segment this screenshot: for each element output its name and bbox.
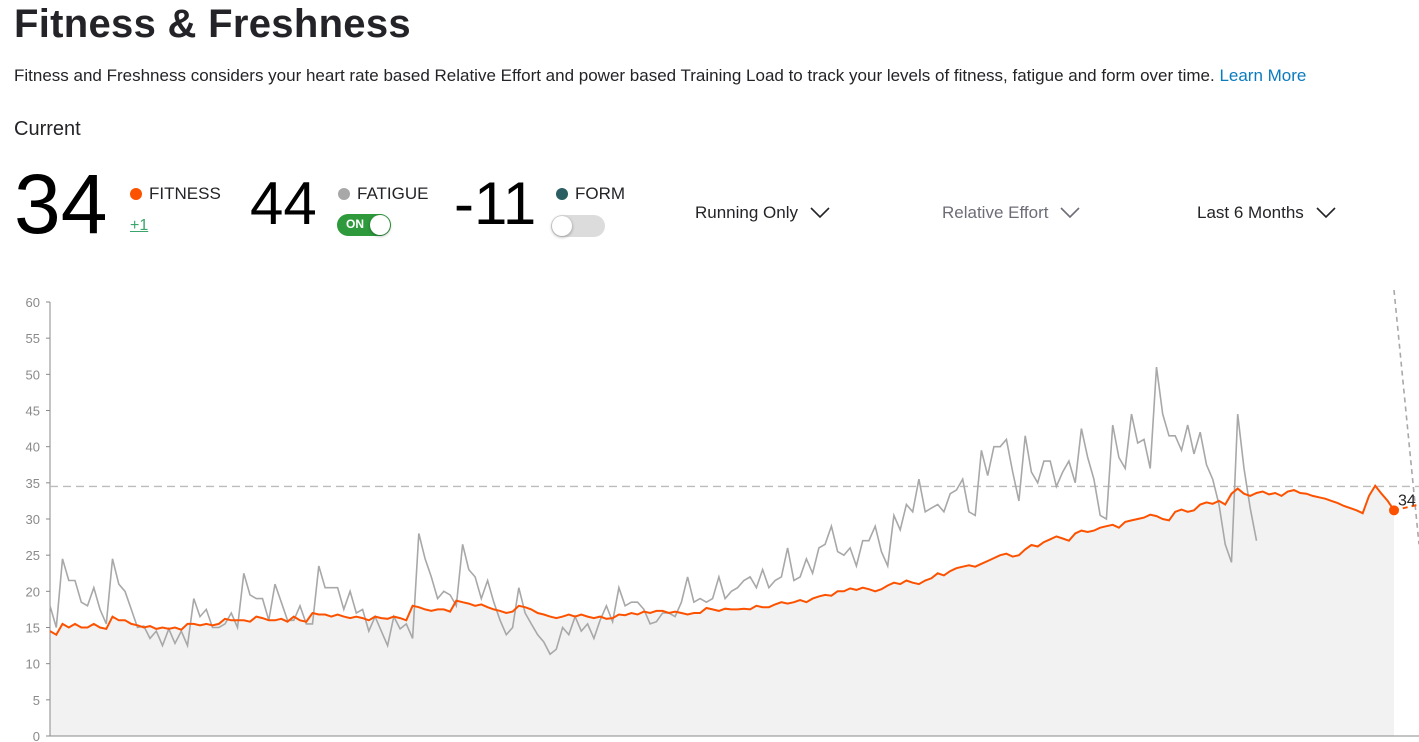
fatigue-label: FATIGUE (357, 184, 429, 203)
y-tick-label: 10 (26, 657, 40, 672)
toggle-knob (370, 215, 390, 235)
metric-dropdown[interactable]: Relative Effort (942, 203, 1081, 223)
y-tick-label: 35 (26, 476, 40, 491)
description-text: Fitness and Freshness considers your hea… (14, 66, 1215, 85)
current-label: Current (14, 118, 81, 140)
y-tick-label: 20 (26, 584, 40, 599)
toggle-knob (552, 216, 572, 236)
fitness-dot-icon (130, 188, 142, 200)
y-tick-label: 60 (26, 295, 40, 310)
y-tick-label: 5 (33, 693, 40, 708)
metric-dropdown-label: Relative Effort (942, 203, 1049, 222)
fitness-label: FITNESS (149, 184, 221, 203)
y-tick-label: 15 (26, 621, 40, 636)
fitness-legend: FITNESS (130, 184, 221, 204)
fatigue-toggle[interactable]: ON (337, 214, 391, 236)
activity-dropdown[interactable]: Running Only (695, 203, 830, 223)
chevron-down-icon (1316, 207, 1336, 219)
range-dropdown[interactable]: Last 6 Months (1197, 203, 1336, 223)
y-tick-label: 30 (26, 512, 40, 527)
current-fitness-label: 34 (1398, 492, 1416, 509)
fatigue-legend: FATIGUE (338, 184, 428, 204)
fatigue-toggle-text: ON (346, 217, 364, 231)
fatigue-dot-icon (338, 188, 350, 200)
y-tick-label: 40 (26, 440, 40, 455)
y-tick-label: 25 (26, 548, 40, 563)
range-dropdown-label: Last 6 Months (1197, 203, 1304, 222)
y-tick-label: 55 (26, 331, 40, 346)
fitness-change: +1 (130, 217, 149, 234)
description: Fitness and Freshness considers your hea… (14, 64, 1306, 88)
activity-dropdown-label: Running Only (695, 203, 799, 222)
form-label: FORM (575, 184, 626, 203)
y-tick-label: 50 (26, 367, 40, 382)
y-tick-label: 45 (26, 404, 40, 419)
form-toggle[interactable] (551, 215, 605, 237)
y-tick-label: 0 (33, 729, 40, 742)
fitness-value: 34 (14, 157, 108, 251)
chevron-down-icon (1060, 207, 1081, 219)
chevron-down-icon (810, 207, 830, 219)
form-value: -11 (454, 170, 537, 237)
form-dot-icon (556, 188, 568, 200)
page-title: Fitness & Freshness (14, 2, 411, 46)
fatigue-value: 44 (250, 170, 317, 237)
fitness-freshness-chart: 0 5 10 15 20 25 30 35 40 45 50 55 60 34 (26, 290, 1419, 742)
learn-more-link[interactable]: Learn More (1219, 66, 1306, 85)
form-legend: FORM (556, 184, 625, 204)
